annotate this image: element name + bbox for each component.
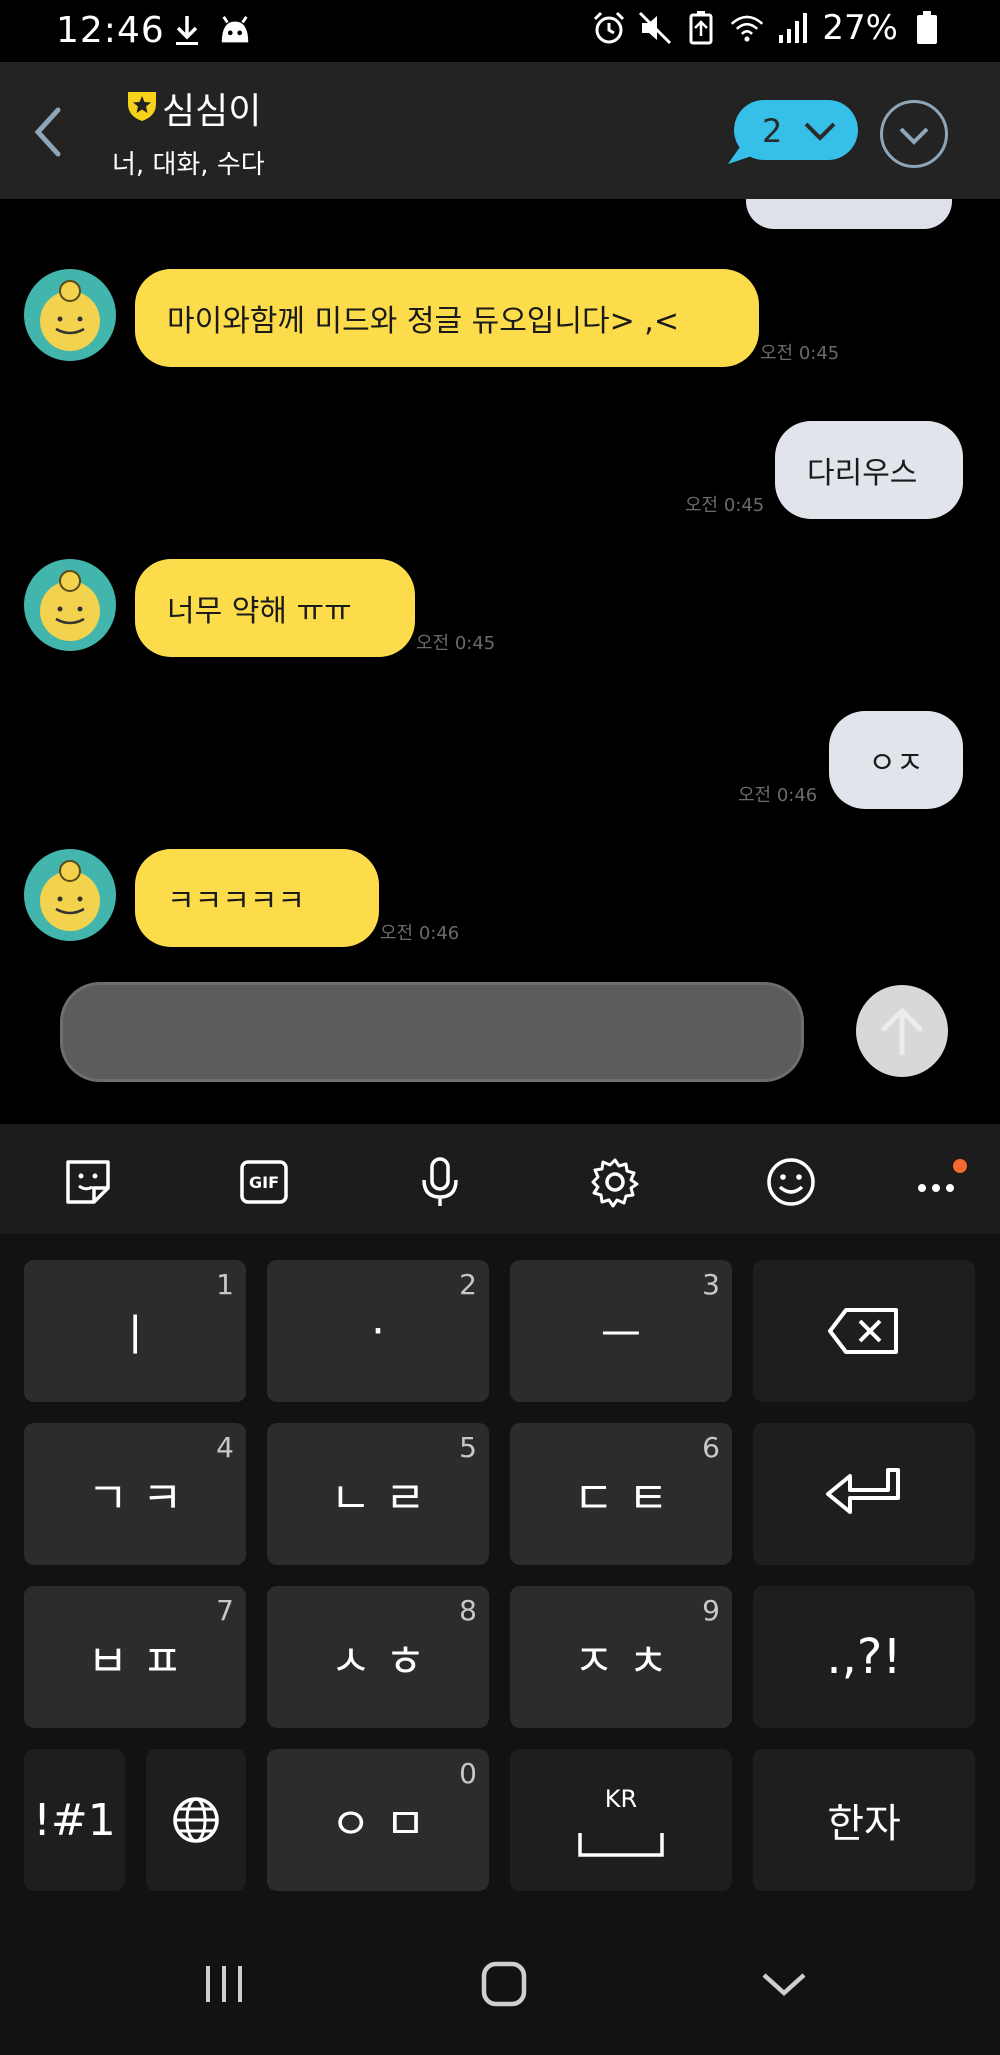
status-time: 12:46	[56, 10, 165, 51]
hanja-key[interactable]: 한자	[753, 1749, 975, 1891]
punctuation-key[interactable]: .,?!	[753, 1586, 975, 1728]
navigation-bar	[0, 1914, 1000, 2055]
message-bubble-partial	[746, 199, 952, 229]
backspace-icon	[828, 1308, 898, 1354]
symbols-key[interactable]: !#1	[24, 1749, 125, 1891]
message-time: 오전 0:45	[685, 495, 765, 516]
recent-apps-icon[interactable]	[194, 1954, 254, 2014]
message-input[interactable]	[60, 982, 804, 1082]
key-n-r[interactable]: ㄴ ㄹ 5	[267, 1423, 489, 1565]
enter-key[interactable]	[753, 1423, 975, 1565]
message-bubble[interactable]: 마이와함께 미드와 정글 듀오입니다> ,<	[135, 269, 759, 367]
microphone-icon[interactable]	[412, 1154, 468, 1210]
hide-keyboard-icon[interactable]	[754, 1954, 814, 2014]
send-button[interactable]	[856, 985, 948, 1077]
mute-icon	[638, 9, 672, 47]
battery-saver-icon	[684, 9, 718, 47]
keyboard-toolbar: GIF	[0, 1124, 1000, 1234]
key-vowel-i[interactable]: ㅣ 1	[24, 1260, 246, 1402]
status-bar: 12:46 27%	[0, 0, 1000, 62]
unread-count: 2	[762, 112, 783, 150]
message-bubble[interactable]: ㅇㅈ	[829, 711, 963, 809]
official-badge-icon	[126, 88, 158, 122]
key-b-p[interactable]: ㅂ ㅍ 7	[24, 1586, 246, 1728]
keyboard: ㅣ 1 · 2 ㅡ 3 ㄱ ㅋ 4 ㄴ ㄹ 5 ㄷ ㅌ 6 ㅂ ㅍ 7 ㅅ ㅎ …	[0, 1234, 1000, 1914]
key-dot[interactable]: · 2	[267, 1260, 489, 1402]
unread-count-button[interactable]: 2	[728, 100, 860, 164]
chevron-down-icon	[899, 127, 929, 145]
download-icon	[170, 12, 204, 50]
globe-icon	[173, 1797, 219, 1843]
back-button[interactable]	[28, 102, 72, 162]
key-s-h[interactable]: ㅅ ㅎ 8	[267, 1586, 489, 1728]
message-time: 오전 0:46	[380, 923, 460, 944]
key-g-k[interactable]: ㄱ ㅋ 4	[24, 1423, 246, 1565]
home-icon[interactable]	[474, 1954, 534, 2014]
bot-avatar	[24, 849, 116, 941]
key-j-ch[interactable]: ㅈ ㅊ 9	[510, 1586, 732, 1728]
bot-avatar	[24, 559, 116, 651]
scroll-down-button[interactable]	[880, 100, 948, 168]
bot-avatar	[24, 269, 116, 361]
room-title: 심심이	[162, 91, 262, 132]
message-time: 오전 0:46	[738, 785, 818, 806]
room-subtitle: 너, 대화, 수다	[112, 150, 265, 180]
app-notification-icon	[218, 12, 252, 50]
signal-icon	[776, 9, 810, 47]
alarm-icon	[592, 9, 626, 47]
battery-percent: 27%	[822, 8, 898, 48]
message-time: 오전 0:45	[416, 633, 496, 654]
message-time: 오전 0:45	[760, 343, 840, 364]
chat-header: 심심이 너, 대화, 수다 2	[0, 62, 1000, 199]
space-key[interactable]: KR	[510, 1749, 732, 1891]
battery-icon	[910, 9, 944, 47]
message-bubble[interactable]: ㅋㅋㅋㅋㅋ	[135, 849, 379, 947]
message-bubble[interactable]: 다리우스	[775, 421, 963, 519]
message-bubble[interactable]: 너무 약해 ㅠㅠ	[135, 559, 415, 657]
key-o-m[interactable]: ㅇ ㅁ 0	[267, 1749, 489, 1891]
more-icon[interactable]	[912, 1154, 972, 1210]
gif-button[interactable]: GIF	[236, 1154, 292, 1210]
backspace-key[interactable]	[753, 1260, 975, 1402]
gif-label: GIF	[248, 1172, 279, 1192]
emoji-icon[interactable]	[763, 1154, 819, 1210]
back-arrow-icon	[34, 107, 61, 157]
language-key[interactable]	[146, 1749, 246, 1891]
space-key-lang-label: KR	[604, 1785, 638, 1813]
key-vowel-eu[interactable]: ㅡ 3	[510, 1260, 732, 1402]
sticker-icon[interactable]	[60, 1154, 116, 1210]
enter-icon	[826, 1468, 900, 1514]
settings-gear-icon[interactable]	[587, 1154, 643, 1210]
wifi-icon	[730, 9, 764, 47]
arrow-up-icon	[881, 1007, 923, 1056]
key-d-t[interactable]: ㄷ ㅌ 6	[510, 1423, 732, 1565]
space-bar-icon	[578, 1833, 664, 1857]
